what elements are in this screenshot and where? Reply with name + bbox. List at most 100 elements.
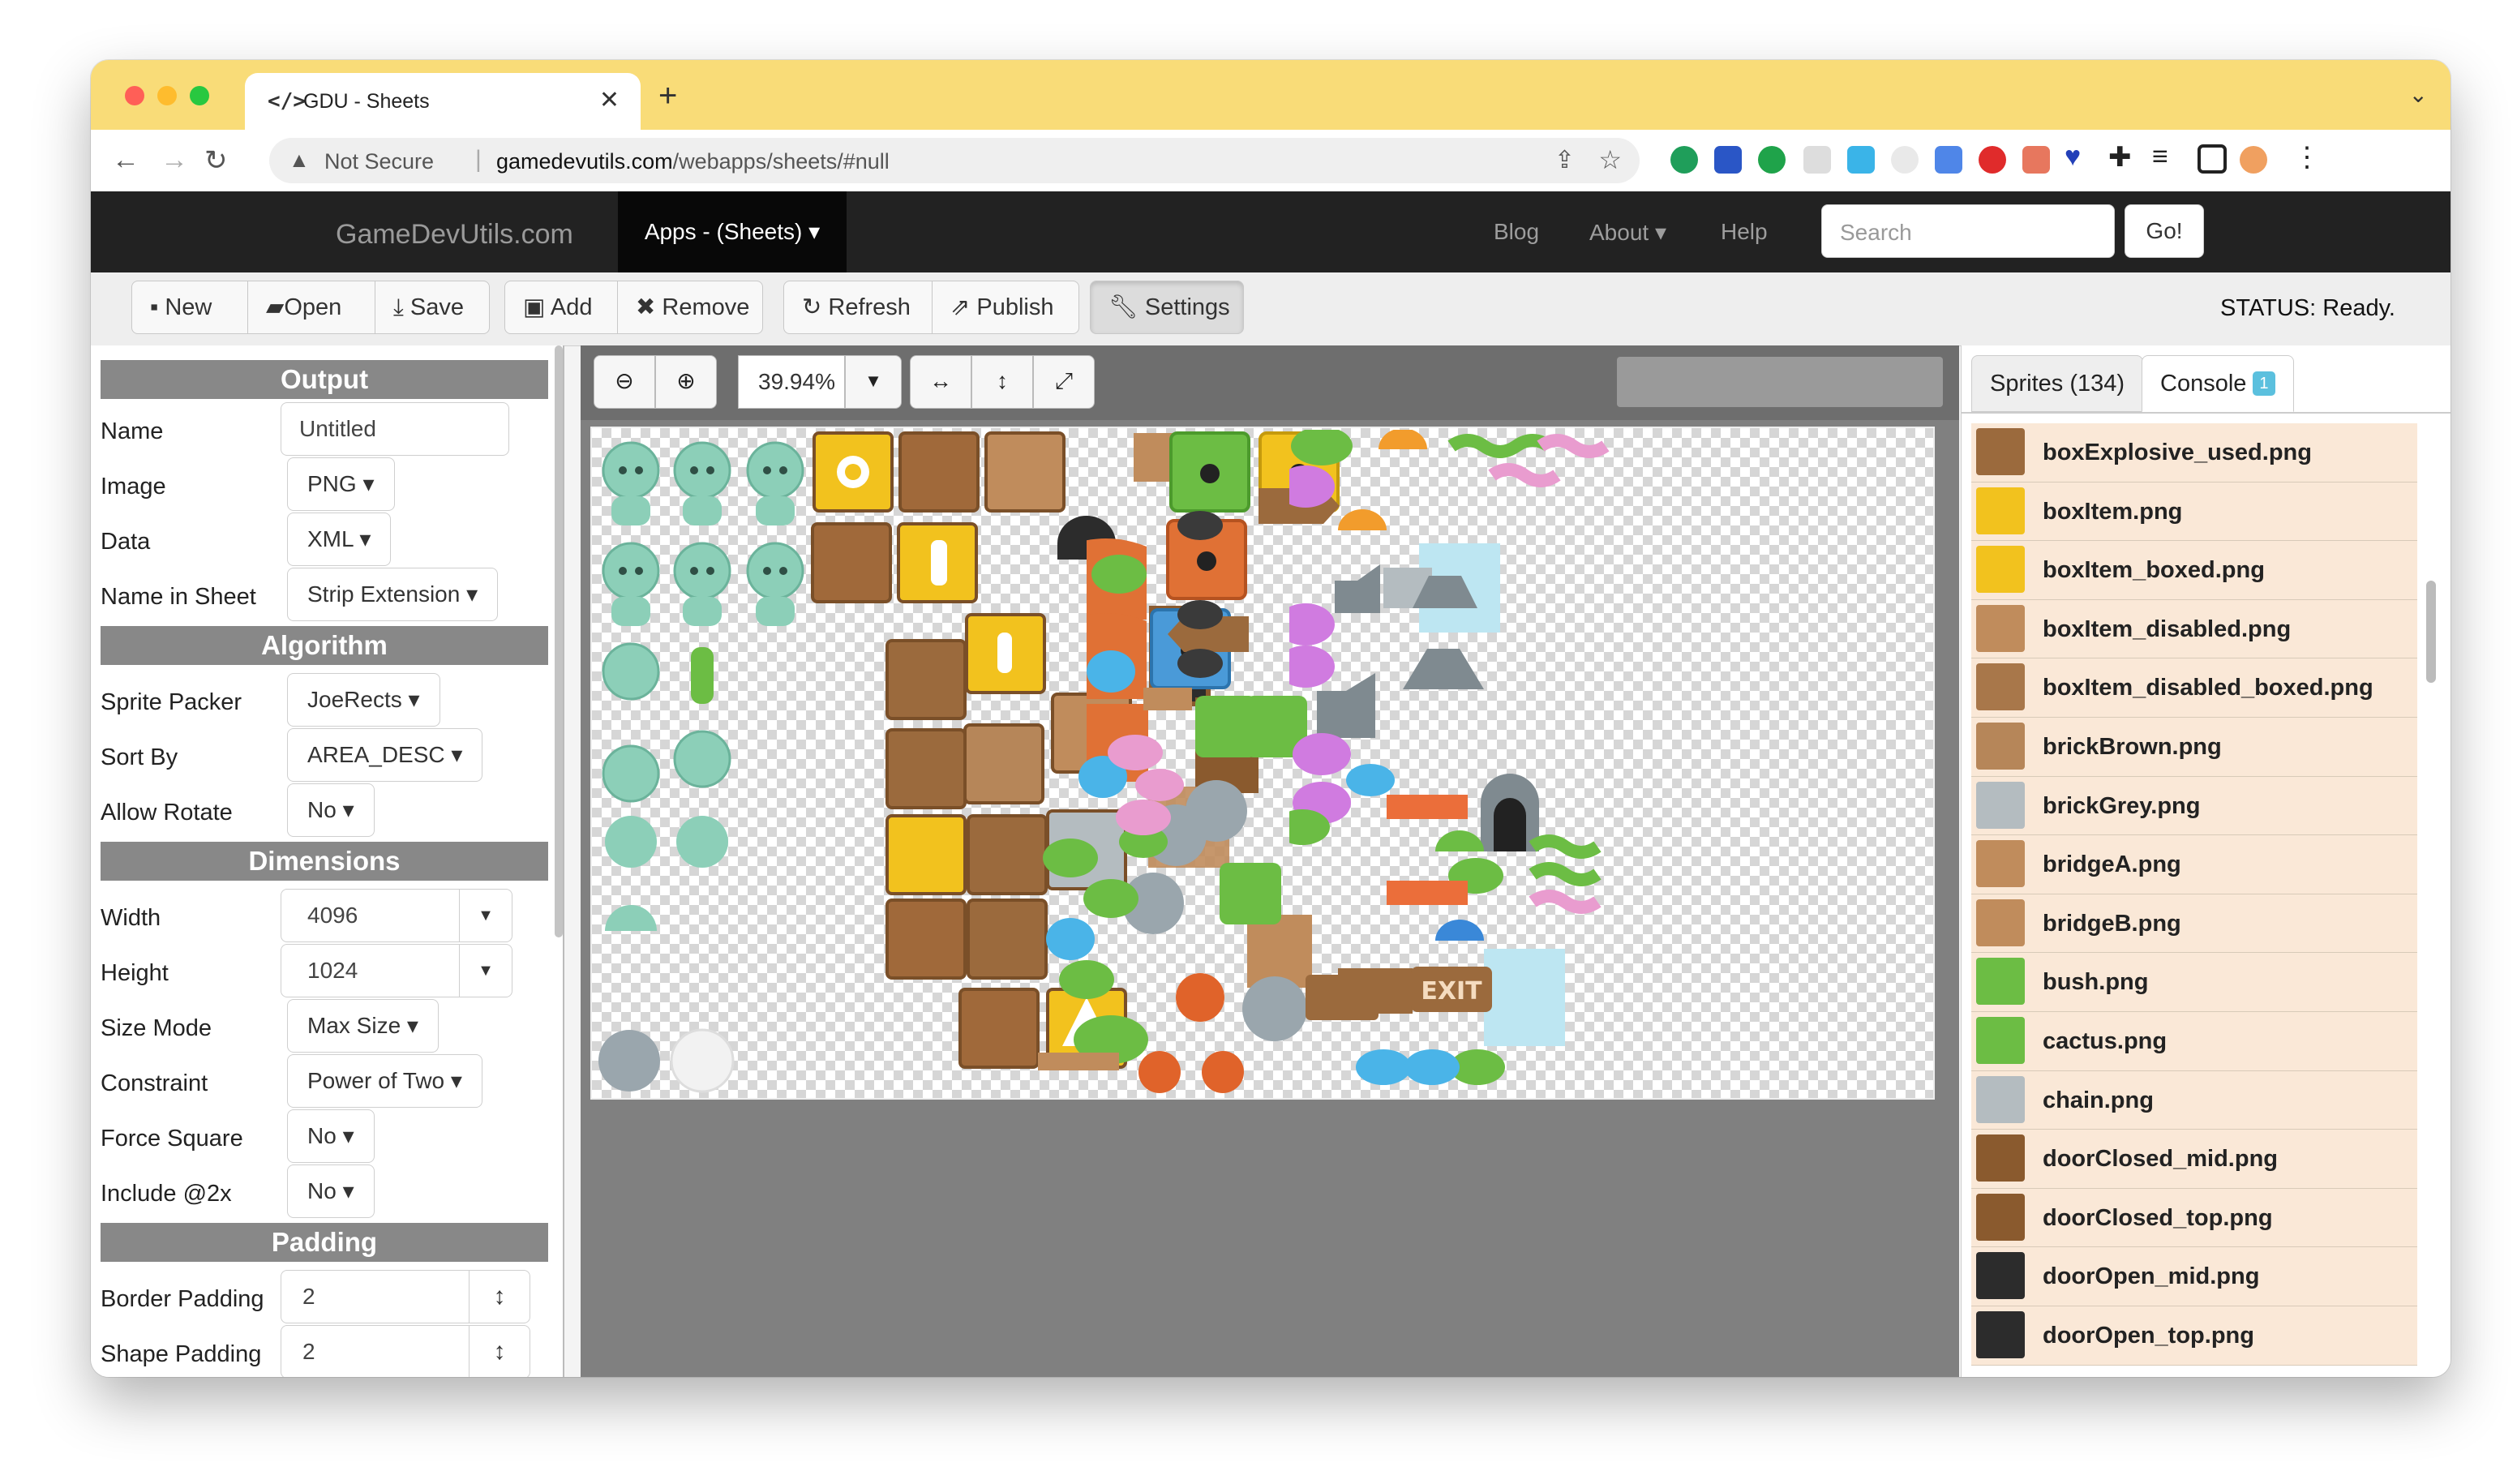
search-go-button[interactable]: Go!	[2125, 204, 2204, 258]
new-button[interactable]: ▪ New	[131, 281, 248, 334]
settings-button[interactable]: 🔧︎ Settings	[1090, 281, 1244, 334]
puzzle-extensions-icon[interactable]: ✚	[2108, 141, 2132, 174]
list-item[interactable]: cactus.png	[1971, 1011, 2417, 1071]
list-item[interactable]: bridgeA.png	[1971, 835, 2417, 894]
maximize-window-button[interactable]	[190, 86, 209, 105]
border-padding-input[interactable]: 2	[281, 1270, 470, 1323]
height-dropdown-button[interactable]: ▼	[459, 944, 512, 997]
fit-width-button[interactable]: ↔	[910, 355, 971, 409]
include-2x-select[interactable]: No ▾	[287, 1164, 375, 1218]
nav-blog[interactable]: Blog	[1494, 219, 1539, 245]
width-input[interactable]: 4096	[281, 889, 461, 942]
site-brand[interactable]: GameDevUtils.com	[336, 219, 573, 251]
list-item[interactable]: boxItem_disabled.png	[1971, 599, 2417, 659]
sprites-scrollbar[interactable]	[2426, 581, 2436, 683]
list-item[interactable]: doorClosed_mid.png	[1971, 1130, 2417, 1189]
url-text[interactable]: gamedevutils.com/webapps/sheets/#null	[496, 149, 890, 174]
list-item[interactable]: doorOpen_top.png	[1971, 1306, 2417, 1366]
close-tab-icon[interactable]: ✕	[599, 86, 620, 114]
list-item[interactable]: brickGrey.png	[1971, 776, 2417, 836]
fit-height-button[interactable]: ↕	[971, 355, 1033, 409]
phone-extension-icon[interactable]	[1670, 146, 1698, 174]
calendar-extension-icon[interactable]	[1714, 146, 1742, 174]
constraint-select[interactable]: Power of Two ▾	[287, 1054, 482, 1108]
image-extension-icon[interactable]	[2022, 146, 2050, 174]
fullscreen-button[interactable]: ⤢	[1033, 355, 1095, 409]
list-item[interactable]: chain.png	[1971, 1070, 2417, 1130]
site-search-input[interactable]: Search	[1821, 204, 2115, 258]
list-item[interactable]: bush.png	[1971, 953, 2417, 1012]
list-item[interactable]: boxItem_disabled_boxed.png	[1971, 658, 2417, 718]
list-item[interactable]: brickBrown.png	[1971, 717, 2417, 777]
sprite-sheet-preview[interactable]: EXIT	[590, 427, 1935, 1100]
list-item[interactable]: doorClosed_top.png	[1971, 1188, 2417, 1248]
nav-about[interactable]: About ▾	[1589, 219, 1666, 246]
back-icon[interactable]: ←	[112, 144, 139, 176]
open-button[interactable]: ▰Open	[247, 281, 375, 334]
forward-icon[interactable]: →	[161, 144, 188, 176]
height-input[interactable]: 1024	[281, 944, 461, 997]
settings-scrollbar[interactable]	[555, 345, 563, 937]
size-mode-select[interactable]: Max Size ▾	[287, 999, 439, 1053]
profile-avatar-icon[interactable]	[2240, 146, 2267, 174]
expand-icon: ⤢	[1054, 368, 1074, 393]
shield-extension-icon[interactable]: ♥	[2065, 141, 2081, 173]
close-window-button[interactable]	[125, 86, 144, 105]
zoom-dropdown-button[interactable]: ▼	[845, 355, 902, 409]
allow-rotate-select[interactable]: No ▾	[287, 783, 375, 837]
reload-icon[interactable]: ↻	[204, 144, 228, 177]
list-item[interactable]: boxItem_boxed.png	[1971, 541, 2417, 600]
browser-menu-icon[interactable]: ⋮	[2293, 141, 2321, 174]
sprites-list[interactable]: boxExplosive_used.png boxItem.png boxItem_…	[1971, 423, 2417, 1377]
browser-tab[interactable]: </> GDU - Sheets ✕	[245, 73, 641, 130]
remove-icon: ✖	[636, 294, 656, 320]
minimize-window-button[interactable]	[157, 86, 177, 105]
tab-sprites[interactable]: Sprites (134)	[1971, 355, 2144, 412]
grid-extension-icon[interactable]	[1935, 146, 1962, 174]
name-input[interactable]: Untitled	[281, 402, 509, 456]
media-controls-icon[interactable]: ≡	[2152, 141, 2168, 173]
grammar-extension-icon[interactable]	[1758, 146, 1786, 174]
zoom-in-button[interactable]: ⊕	[655, 355, 717, 409]
sprites-panel: Sprites (134) Console 1 boxExplosive_used…	[1961, 345, 2451, 1377]
target-extension-icon[interactable]	[1891, 146, 1919, 174]
tab-console[interactable]: Console 1	[2142, 355, 2294, 412]
remove-button[interactable]: ✖ Remove	[617, 281, 763, 334]
add-button[interactable]: ▣ Add	[504, 281, 618, 334]
shape-padding-input[interactable]: 2	[281, 1325, 470, 1377]
publish-button[interactable]: ⇗ Publish	[932, 281, 1079, 334]
data-format-select[interactable]: XML ▾	[287, 513, 392, 566]
list-item[interactable]: boxExplosive_used.png	[1971, 423, 2417, 483]
image-format-select[interactable]: PNG ▾	[287, 457, 395, 511]
twitter-extension-icon[interactable]	[1847, 146, 1875, 174]
force-square-select[interactable]: No ▾	[287, 1109, 375, 1163]
border-padding-stepper[interactable]: ↕	[469, 1270, 530, 1323]
sprite-thumbnail	[1976, 1193, 2025, 1241]
share-icon[interactable]: ⇪	[1554, 146, 1575, 174]
chevron-down-icon: ▼	[864, 371, 882, 391]
sprite-packer-label: Sprite Packer	[101, 689, 242, 715]
sprite-packer-select[interactable]: JoeRects ▾	[287, 673, 440, 727]
sidebar-toggle-icon[interactable]	[2198, 144, 2227, 174]
refresh-button[interactable]: ↻ Refresh	[783, 281, 933, 334]
warning-icon[interactable]: ▲	[289, 148, 310, 173]
shape-padding-stepper[interactable]: ↕	[469, 1325, 530, 1377]
zoom-out-button[interactable]: ⊖	[594, 355, 655, 409]
pinterest-extension-icon[interactable]	[1979, 146, 2006, 174]
zoom-input[interactable]: 39.94%	[738, 355, 845, 409]
name-in-sheet-select[interactable]: Strip Extension ▾	[287, 568, 499, 621]
save-button[interactable]: ⤓ Save	[375, 281, 490, 334]
new-tab-button[interactable]: +	[658, 78, 677, 114]
tab-search-icon[interactable]: ⌄	[2409, 81, 2428, 108]
bookmark-star-icon[interactable]: ☆	[1598, 144, 1622, 175]
security-label[interactable]: Not Secure	[324, 149, 434, 174]
url-bar[interactable]: ▲ Not Secure | gamedevutils.com/webapps/…	[269, 138, 1640, 183]
list-item[interactable]: boxItem.png	[1971, 482, 2417, 542]
apps-menu[interactable]: Apps - (Sheets) ▾	[618, 191, 847, 272]
list-item[interactable]: doorOpen_mid.png	[1971, 1247, 2417, 1306]
sort-by-select[interactable]: AREA_DESC ▾	[287, 728, 483, 782]
list-item[interactable]: bridgeB.png	[1971, 894, 2417, 954]
width-dropdown-button[interactable]: ▼	[459, 889, 512, 942]
blank-extension-icon[interactable]	[1803, 146, 1831, 174]
nav-help[interactable]: Help	[1721, 219, 1768, 245]
